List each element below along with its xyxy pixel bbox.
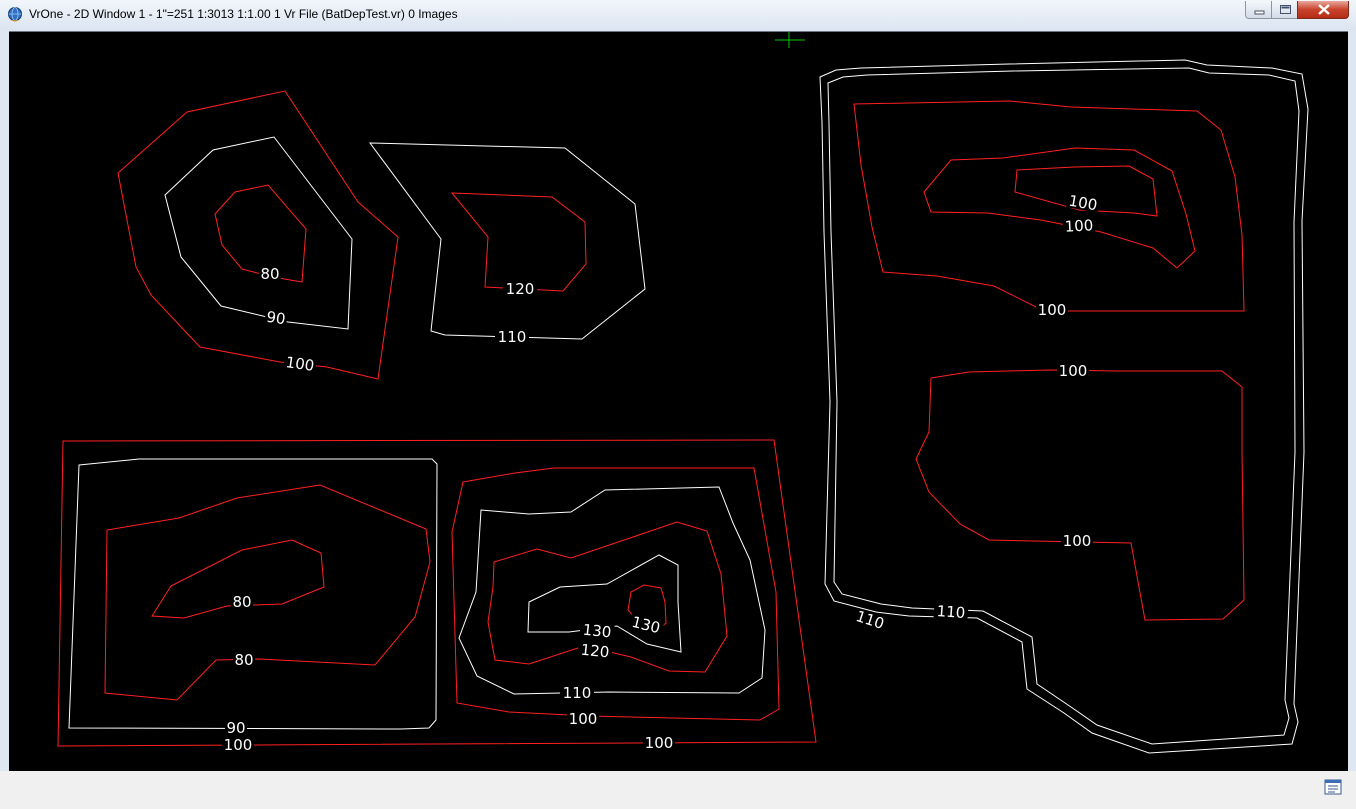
svg-text:100: 100 xyxy=(1063,532,1092,550)
svg-text:110: 110 xyxy=(854,607,887,633)
label-110-c: 110 xyxy=(851,607,889,633)
svg-text:90: 90 xyxy=(265,308,286,328)
label-100-i: 100 xyxy=(1061,532,1093,550)
close-icon xyxy=(1318,4,1330,15)
contour-110-c xyxy=(458,486,766,695)
contour-100-c xyxy=(451,467,780,721)
contour-100-right-top xyxy=(853,100,1245,312)
label-110-b: 110 xyxy=(560,684,594,702)
svg-text:100: 100 xyxy=(1059,362,1088,380)
label-100-g: 100 xyxy=(1036,301,1068,319)
contour-110-outer-a xyxy=(819,59,1309,754)
contour-100-right-mid xyxy=(923,147,1196,269)
close-button[interactable] xyxy=(1297,1,1349,19)
maximize-button[interactable] xyxy=(1271,1,1298,19)
contour-90-a xyxy=(164,136,353,330)
label-100-d: 100 xyxy=(643,734,675,752)
globe-icon[interactable] xyxy=(7,6,23,22)
title-bar[interactable]: VrOne - 2D Window 1 - 1"=251 1:3013 1:1.… xyxy=(0,0,1356,30)
minimize-button[interactable] xyxy=(1245,1,1272,19)
contour-100-outer-a xyxy=(117,90,399,380)
contour-100-right-bottom xyxy=(915,369,1245,621)
label-90-a: 90 xyxy=(264,308,288,328)
label-100-c: 100 xyxy=(567,710,599,728)
maximize-icon xyxy=(1280,5,1291,14)
minimize-icon xyxy=(1254,10,1265,15)
svg-text:130: 130 xyxy=(582,621,612,642)
svg-text:90: 90 xyxy=(226,719,245,737)
label-110-d: 110 xyxy=(933,602,969,622)
window-list-icon[interactable] xyxy=(1323,777,1343,797)
contour-80-outer-b xyxy=(104,484,431,701)
label-100-b: 100 xyxy=(222,736,254,754)
contour-110-a xyxy=(368,142,646,340)
window-title: VrOne - 2D Window 1 - 1"=251 1:3013 1:1.… xyxy=(29,7,458,21)
svg-text:120: 120 xyxy=(506,280,535,298)
svg-text:120: 120 xyxy=(580,641,610,662)
svg-text:80: 80 xyxy=(232,593,251,611)
svg-text:100: 100 xyxy=(1064,216,1094,235)
svg-text:100: 100 xyxy=(569,710,598,728)
svg-text:100: 100 xyxy=(224,736,253,754)
label-80-a: 80 xyxy=(259,265,281,283)
svg-text:130: 130 xyxy=(630,613,662,637)
status-bar xyxy=(0,771,1356,809)
label-120-b: 120 xyxy=(577,641,613,662)
svg-text:80: 80 xyxy=(260,265,279,283)
svg-text:100: 100 xyxy=(285,353,316,375)
svg-text:100: 100 xyxy=(645,734,674,752)
svg-text:110: 110 xyxy=(936,602,966,622)
svg-text:110: 110 xyxy=(498,328,527,346)
label-120-a: 120 xyxy=(503,280,537,298)
label-100-e: 100 xyxy=(1066,192,1100,215)
window-controls xyxy=(1245,1,1349,20)
contour-110-outer-b xyxy=(827,67,1300,745)
label-90-b: 90 xyxy=(225,719,247,737)
svg-text:100: 100 xyxy=(1038,301,1067,319)
label-130-b: 130 xyxy=(627,613,665,637)
svg-text:100: 100 xyxy=(1067,192,1098,215)
label-110-a: 110 xyxy=(495,328,529,346)
svg-text:110: 110 xyxy=(563,684,592,702)
label-80-c: 80 xyxy=(233,651,255,669)
label-100-f: 100 xyxy=(1062,216,1096,236)
cursor-crosshair xyxy=(775,32,805,48)
contour-map[interactable]: 80 90 100 120 110 80 80 90 100 100 100 1… xyxy=(9,32,1348,772)
drawing-canvas[interactable]: 80 90 100 120 110 80 80 90 100 100 100 1… xyxy=(9,31,1348,772)
label-130-a: 130 xyxy=(579,621,615,642)
label-100-a: 100 xyxy=(283,353,317,375)
contour-120-a xyxy=(450,192,587,292)
label-80-b: 80 xyxy=(231,593,253,611)
svg-text:80: 80 xyxy=(234,651,253,669)
label-100-h: 100 xyxy=(1057,362,1089,380)
contour-90-box xyxy=(68,458,438,730)
